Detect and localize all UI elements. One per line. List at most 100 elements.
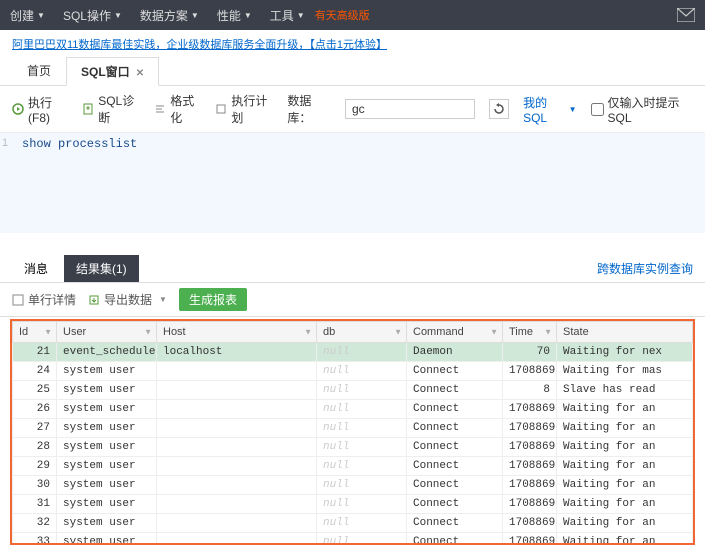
format-button[interactable]: 格式化 [154,92,201,126]
result-tabs: 消息 结果集(1) 跨数据库实例查询 [0,251,705,282]
cell-time: 1708869 [503,457,557,476]
cell-id: 25 [13,381,57,400]
close-icon[interactable]: ✕ [136,68,144,79]
col-id[interactable]: Id▼ [13,322,57,343]
cell-time: 1708869 [503,476,557,495]
col-host[interactable]: Host▼ [157,322,317,343]
sql-code[interactable]: show processlist [22,137,701,151]
cell-state: Slave has read [557,381,693,400]
col-command[interactable]: Command▼ [407,322,503,343]
menu-performance[interactable]: 性能▼ [217,7,252,24]
table-row[interactable]: 24system usernullConnect1708869Waiting f… [13,362,693,381]
promo-badge[interactable]: 有天高级版 [315,7,370,23]
cell-id: 31 [13,495,57,514]
result-grid: Id▼ User▼ Host▼ db▼ Command▼ Time▼ State… [10,319,695,545]
table-row[interactable]: 27system usernullConnect1708869Waiting f… [13,419,693,438]
table-row[interactable]: 25system usernullConnect8Slave has read [13,381,693,400]
col-user[interactable]: User▼ [57,322,157,343]
cell-command: Connect [407,457,503,476]
cell-db: null [317,438,407,457]
table-row[interactable]: 33system usernullConnect1708869Waiting f… [13,533,693,545]
cell-user: system user [57,457,157,476]
cell-host [157,438,317,457]
promo-link[interactable]: 阿里巴巴双11数据库最佳实践，企业级数据库服务全面升级，【点击1元体验】 [0,30,705,58]
db-label: 数据库： [287,92,331,126]
cell-host [157,381,317,400]
cell-state: Waiting for an [557,495,693,514]
menu-sql-ops[interactable]: SQL操作▼ [63,7,122,24]
cell-host [157,400,317,419]
export-data-button[interactable]: 导出数据▼ [88,291,167,308]
cell-id: 33 [13,533,57,545]
cell-user: system user [57,495,157,514]
menu-data-plan[interactable]: 数据方案▼ [140,7,199,24]
detail-icon [12,294,24,306]
cell-time: 8 [503,381,557,400]
cell-host [157,533,317,545]
cell-state: Waiting for an [557,457,693,476]
cell-state: Waiting for an [557,419,693,438]
top-menu-bar: 创建▼ SQL操作▼ 数据方案▼ 性能▼ 工具▼ 有天高级版 [0,0,705,30]
my-sql-link[interactable]: 我的SQL▼ [523,94,576,125]
hint-only-checkbox[interactable]: 仅输入时提示SQL [591,94,693,125]
refresh-button[interactable] [489,99,509,119]
doc-plus-icon [82,103,94,115]
sql-diagnosis-button[interactable]: SQL诊断 [82,92,140,126]
export-icon [88,294,100,306]
gear-run-icon [12,103,24,115]
cell-command: Connect [407,400,503,419]
cell-state: Waiting for an [557,438,693,457]
cell-id: 26 [13,400,57,419]
cell-user: system user [57,362,157,381]
cell-state: Waiting for an [557,514,693,533]
sql-toolbar: 执行(F8) SQL诊断 格式化 执行计划 数据库： gc 我的SQL▼ 仅输入… [0,86,705,133]
mail-icon[interactable] [677,8,695,22]
cell-user: system user [57,381,157,400]
row-detail-button[interactable]: 单行详情 [12,291,76,308]
hint-checkbox-input[interactable] [591,103,604,116]
table-row[interactable]: 28system usernullConnect1708869Waiting f… [13,438,693,457]
table-row[interactable]: 30system usernullConnect1708869Waiting f… [13,476,693,495]
sql-editor[interactable]: 1 show processlist [0,133,705,233]
cell-db: null [317,362,407,381]
menu-create[interactable]: 创建▼ [10,7,45,24]
cell-db: null [317,400,407,419]
execute-button[interactable]: 执行(F8) [12,94,68,125]
cell-db: null [317,476,407,495]
table-row[interactable]: 26system usernullConnect1708869Waiting f… [13,400,693,419]
cell-host [157,476,317,495]
result-toolbar: 单行详情 导出数据▼ 生成报表 [0,282,705,317]
table-row[interactable]: 29system usernullConnect1708869Waiting f… [13,457,693,476]
cell-command: Connect [407,438,503,457]
cell-id: 30 [13,476,57,495]
cross-db-query-link[interactable]: 跨数据库实例查询 [597,260,693,277]
col-time[interactable]: Time▼ [503,322,557,343]
col-db[interactable]: db▼ [317,322,407,343]
cell-state: Waiting for an [557,533,693,545]
tab-message[interactable]: 消息 [12,255,60,282]
cell-time: 1708869 [503,400,557,419]
tab-resultset[interactable]: 结果集(1) [64,255,139,282]
tab-home[interactable]: 首页 [12,56,66,85]
col-state[interactable]: State [557,322,693,343]
align-icon [154,103,166,115]
cell-command: Connect [407,514,503,533]
cell-host [157,419,317,438]
tab-sql-window[interactable]: SQL窗口✕ [66,57,159,86]
editor-tabs: 首页 SQL窗口✕ [0,58,705,86]
cell-db: null [317,381,407,400]
exec-plan-button[interactable]: 执行计划 [215,92,273,126]
table-row[interactable]: 32system usernullConnect1708869Waiting f… [13,514,693,533]
cell-host [157,514,317,533]
generate-report-button[interactable]: 生成报表 [179,288,247,311]
cell-id: 29 [13,457,57,476]
table-row[interactable]: 21event_schedulerlocalhostnullDaemon70Wa… [13,343,693,362]
cell-id: 21 [13,343,57,362]
cell-id: 32 [13,514,57,533]
menu-tools[interactable]: 工具▼ [270,7,305,24]
cell-time: 1708869 [503,514,557,533]
cell-host: localhost [157,343,317,362]
table-row[interactable]: 31system usernullConnect1708869Waiting f… [13,495,693,514]
cell-id: 27 [13,419,57,438]
database-select[interactable]: gc [345,99,475,119]
